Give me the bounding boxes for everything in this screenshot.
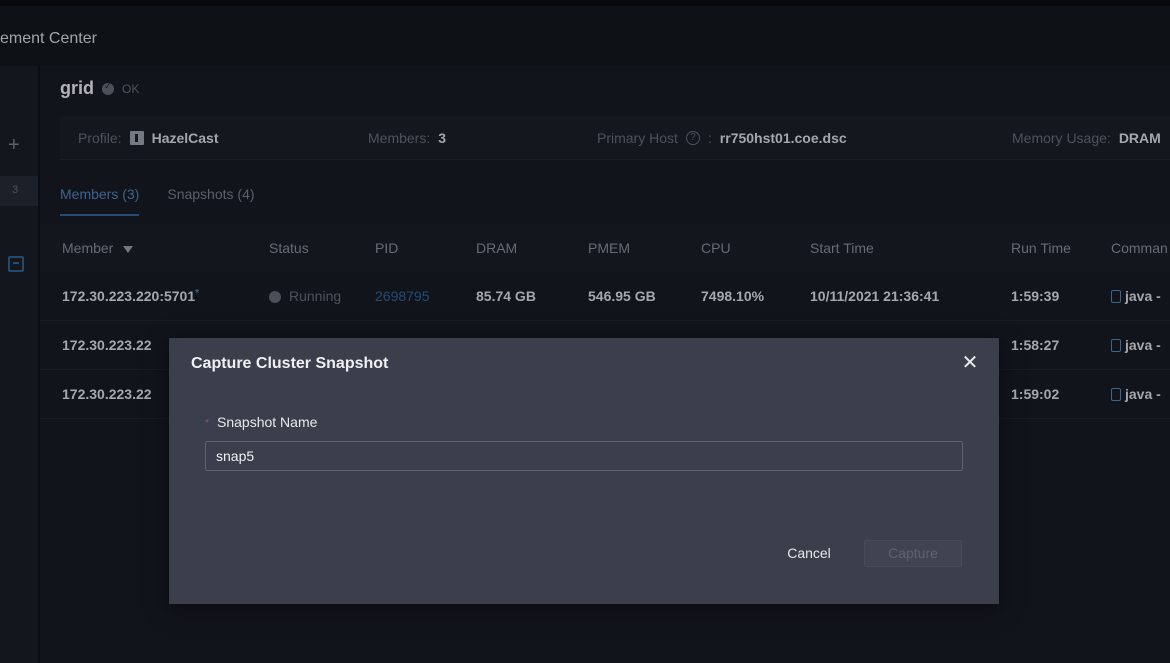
start-time-cell: 10/11/2021 21:36:41	[810, 288, 940, 304]
member-address: 172.30.223.22	[62, 337, 152, 353]
memory-usage-label: Memory Usage:	[1012, 130, 1111, 146]
snapshot-name-input[interactable]	[205, 441, 963, 471]
profile-icon	[129, 131, 144, 145]
run-time-cell: 1:59:39	[1011, 288, 1060, 304]
command-text: java -	[1125, 288, 1161, 304]
dram-cell: 85.74 GB	[476, 288, 536, 304]
dialog-title: Capture Cluster Snapshot	[191, 355, 389, 372]
memory-usage-value: DRAM	[1118, 130, 1161, 146]
command-cell[interactable]: java -	[1111, 288, 1161, 304]
capture-snapshot-dialog: Capture Cluster Snapshot ✕ * Snapshot Na…	[169, 338, 999, 604]
primary-host-suffix: :	[707, 130, 712, 146]
app-title: ement Center	[0, 30, 97, 47]
command-text: java -	[1125, 386, 1161, 402]
header-pid[interactable]: PID	[375, 240, 398, 256]
member-address: 172.30.223.220:5701	[62, 288, 196, 304]
pmem-cell: 546.95 GB	[588, 288, 656, 304]
cpu-cell: 7498.10%	[701, 288, 765, 304]
copy-icon[interactable]	[1111, 388, 1121, 401]
master-marker: *	[195, 288, 200, 299]
memory-usage-info: Memory Usage: DRAM	[1012, 130, 1161, 146]
header-command[interactable]: Comman	[1111, 240, 1168, 256]
table-header: Member Status PID DRAM PMEM CPU Start Ti…	[40, 224, 1170, 272]
pid-link[interactable]: 2698795	[375, 288, 430, 304]
member-cell: 172.30.223.220:5701*	[62, 288, 199, 304]
running-icon	[269, 291, 281, 303]
top-bar: ement Center	[0, 0, 1170, 66]
cancel-button[interactable]: Cancel	[769, 540, 849, 566]
members-value: 3	[438, 130, 447, 146]
help-icon[interactable]: ?	[685, 131, 700, 145]
header-member-label: Member	[62, 240, 114, 256]
primary-host-value: rr750hst01.coe.dsc	[719, 130, 847, 146]
cluster-header: grid OK	[60, 78, 139, 99]
close-icon[interactable]: ✕	[959, 352, 981, 374]
header-status[interactable]: Status	[269, 240, 309, 256]
export-icon[interactable]	[8, 256, 24, 272]
tab-members[interactable]: Members (3)	[60, 186, 140, 216]
profile-value: HazelCast	[151, 130, 219, 146]
run-time-cell: 1:59:02	[1011, 386, 1060, 402]
capture-button[interactable]: Capture	[864, 540, 962, 567]
primary-host-label: Primary Host	[597, 130, 678, 146]
primary-host-info: Primary Host ? : rr750hst01.coe.dsc	[597, 130, 847, 146]
cluster-status: OK	[122, 81, 140, 96]
copy-icon[interactable]	[1111, 290, 1121, 303]
status-text: Running	[289, 288, 342, 304]
status-cell: Running	[269, 288, 341, 304]
profile-info: Profile: HazelCast	[78, 130, 219, 146]
command-cell[interactable]: java -	[1111, 337, 1161, 353]
header-dram[interactable]: DRAM	[476, 240, 517, 256]
snapshot-name-label: Snapshot Name	[205, 414, 317, 430]
tab-snapshots[interactable]: Snapshots (4)	[167, 186, 254, 216]
header-pmem[interactable]: PMEM	[588, 240, 630, 256]
header-start-time[interactable]: Start Time	[810, 240, 874, 256]
add-icon[interactable]: +	[8, 135, 26, 155]
sidebar: + 3	[0, 66, 38, 663]
cluster-name: grid	[60, 78, 94, 98]
member-address: 172.30.223.22	[62, 386, 152, 402]
cluster-info-bar: Profile: HazelCast Members: 3 Primary Ho…	[60, 116, 1170, 160]
status-ok-icon	[102, 81, 114, 95]
members-label: Members:	[368, 130, 431, 146]
header-run-time[interactable]: Run Time	[1011, 240, 1071, 256]
copy-icon[interactable]	[1111, 339, 1121, 352]
header-member[interactable]: Member	[62, 240, 134, 256]
table-row[interactable]: 172.30.223.220:5701* Running 2698795 85.…	[40, 272, 1170, 321]
command-cell[interactable]: java -	[1111, 386, 1161, 402]
snapshot-name-label-text: Snapshot Name	[217, 414, 318, 430]
profile-label: Profile:	[78, 130, 122, 146]
header-cpu[interactable]: CPU	[701, 240, 731, 256]
members-info: Members: 3	[368, 130, 446, 146]
run-time-cell: 1:58:27	[1011, 337, 1060, 353]
command-text: java -	[1125, 337, 1161, 353]
sidebar-item-label: 3	[12, 184, 19, 196]
sidebar-item-active[interactable]: 3	[0, 176, 38, 206]
filter-icon[interactable]	[123, 245, 134, 253]
tab-bar: Members (3) Snapshots (4)	[60, 186, 255, 216]
